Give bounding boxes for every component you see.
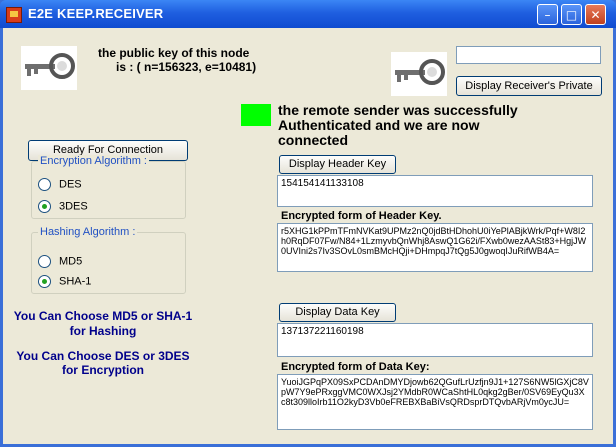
radio-button-sha1[interactable] (38, 275, 51, 288)
radio-md5[interactable]: MD5 (38, 255, 82, 268)
public-key-line1: the public key of this node (98, 46, 250, 60)
app-icon (6, 7, 22, 23)
title-bar[interactable]: E2E KEEP.RECEIVER – □ ✕ (0, 0, 616, 28)
radio-button-des[interactable] (38, 178, 51, 191)
encryption-group-title: Encryption Algorithm : (38, 155, 149, 167)
client-area: the public key of this node is : ( n=156… (3, 28, 613, 444)
display-data-key-button[interactable]: Display Data Key (279, 303, 396, 322)
radio-label-des: DES (59, 178, 82, 191)
status-line-1: the remote sender was successfully (278, 102, 518, 118)
header-key-textbox[interactable]: 154154141133108 (277, 175, 593, 207)
radio-label-sha1: SHA-1 (59, 275, 92, 288)
private-key-input[interactable] (456, 46, 601, 64)
hash-note-line1: You Can Choose MD5 or SHA-1 (13, 309, 193, 323)
key-icon (21, 46, 77, 90)
connection-status-indicator (241, 104, 271, 126)
display-header-key-button[interactable]: Display Header Key (279, 155, 396, 174)
radio-label-3des: 3DES (59, 200, 88, 213)
radio-3des[interactable]: 3DES (38, 200, 88, 213)
radio-sha1[interactable]: SHA-1 (38, 275, 91, 288)
app-window: E2E KEEP.RECEIVER – □ ✕ the public key o… (0, 0, 616, 447)
public-key-line2: is : ( n=156323, e=10481) (116, 60, 257, 74)
minimize-button[interactable]: – (537, 4, 558, 25)
enc-note-line1: You Can Choose DES or 3DES (16, 349, 190, 363)
maximize-button[interactable]: □ (561, 4, 582, 25)
close-button[interactable]: ✕ (585, 4, 606, 25)
radio-des[interactable]: DES (38, 178, 82, 191)
window-title: E2E KEEP.RECEIVER (28, 6, 164, 21)
status-line-3: connected (278, 132, 349, 148)
data-key-encrypted-label: Encrypted form of Data Key: (281, 361, 430, 373)
data-key-textbox[interactable]: 137137221160198 (277, 323, 593, 357)
radio-button-3des[interactable] (38, 200, 51, 213)
radio-label-md5: MD5 (59, 255, 83, 268)
display-private-key-button[interactable]: Display Receiver's Private (456, 76, 602, 96)
status-line-2: Authenticated and we are now (278, 117, 480, 133)
key-icon-receiver (391, 52, 447, 96)
header-key-encrypted-label: Encrypted form of Header Key. (281, 210, 442, 222)
hashing-algorithm-group: Hashing Algorithm : MD5 SHA-1 (31, 226, 186, 294)
hashing-group-title: Hashing Algorithm : (38, 226, 138, 238)
header-key-encrypted-textbox[interactable]: r5XHG1kPPmTFmNVKat9UPMz2nQ0jdBtHDhohU0iY… (277, 223, 593, 272)
encryption-algorithm-group: Encryption Algorithm : DES 3DES (31, 155, 186, 219)
data-key-encrypted-textbox[interactable]: YuoiJGPqPX09SxPCDAnDMYDjowb62QGufLrUzfjn… (277, 374, 593, 430)
radio-button-md5[interactable] (38, 255, 51, 268)
hash-note-line2: for Hashing (69, 324, 137, 338)
enc-note-line2: for Encryption (61, 363, 144, 377)
